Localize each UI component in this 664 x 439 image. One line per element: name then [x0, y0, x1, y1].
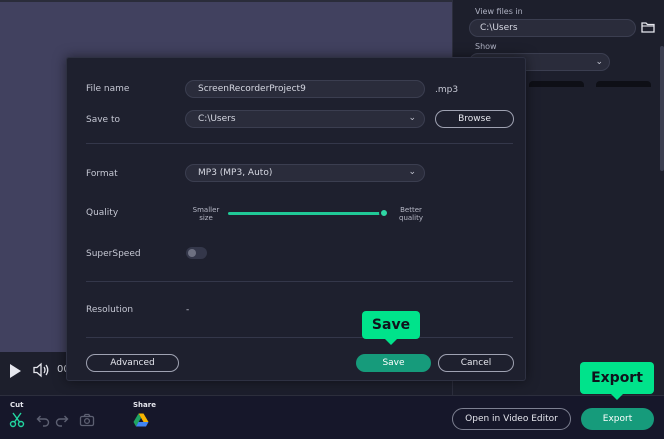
quality-slider-track[interactable] [228, 212, 385, 215]
save-tooltip: Save [362, 311, 420, 345]
export-button[interactable]: Export [581, 408, 654, 430]
view-files-label: View files in [475, 7, 523, 16]
chevron-down-icon: ⌄ [595, 57, 603, 67]
advanced-button[interactable]: Advanced [86, 354, 179, 372]
show-label: Show [475, 42, 497, 51]
divider [86, 143, 513, 144]
google-drive-icon[interactable] [133, 412, 149, 428]
divider [86, 337, 513, 338]
quality-max-label: Better quality [399, 206, 423, 222]
chevron-down-icon: ⌄ [408, 113, 416, 123]
thumbnail[interactable] [529, 81, 584, 87]
cut-label: Cut [10, 401, 24, 409]
folder-icon[interactable] [641, 21, 655, 33]
file-name-input[interactable]: ScreenRecorderProject9 [185, 80, 425, 98]
undo-icon[interactable] [34, 412, 50, 428]
camera-icon[interactable] [79, 412, 95, 428]
divider [86, 281, 513, 282]
format-select[interactable]: MP3 (MP3, Auto) ⌄ [185, 164, 425, 182]
toggle-knob [188, 249, 196, 257]
open-in-video-editor-button[interactable]: Open in Video Editor [452, 408, 571, 430]
cancel-button[interactable]: Cancel [438, 354, 514, 372]
thumbnail[interactable] [596, 81, 651, 87]
save-to-select[interactable]: C:\Users ⌄ [185, 110, 425, 128]
quality-min-label: Smaller size [192, 206, 220, 222]
save-to-value: C:\Users [198, 114, 236, 124]
scissors-icon[interactable] [9, 412, 25, 428]
export-dialog: File name ScreenRecorderProject9 .mp3 Sa… [66, 57, 526, 381]
export-tooltip: Export [580, 362, 654, 400]
view-files-path[interactable]: C:\Users [469, 19, 636, 37]
superspeed-toggle[interactable] [186, 247, 207, 259]
share-label: Share [133, 401, 156, 409]
file-extension: .mp3 [435, 85, 459, 95]
scrollbar[interactable] [660, 46, 664, 171]
volume-icon[interactable] [32, 361, 50, 379]
browse-button[interactable]: Browse [435, 110, 514, 128]
save-to-label: Save to [86, 115, 120, 125]
quality-label: Quality [86, 208, 119, 218]
format-value: MP3 (MP3, Auto) [198, 168, 273, 178]
file-name-label: File name [86, 84, 130, 94]
superspeed-label: SuperSpeed [86, 249, 141, 259]
format-label: Format [86, 169, 118, 179]
resolution-value: - [186, 305, 190, 315]
redo-icon[interactable] [55, 412, 71, 428]
chevron-down-icon: ⌄ [408, 167, 416, 177]
play-icon[interactable] [10, 364, 21, 378]
bottom-toolbar: Cut Share Open in Video Editor Export [0, 395, 664, 439]
save-button[interactable]: Save [356, 354, 431, 372]
resolution-label: Resolution [86, 305, 134, 315]
quality-slider-handle[interactable] [379, 208, 389, 218]
